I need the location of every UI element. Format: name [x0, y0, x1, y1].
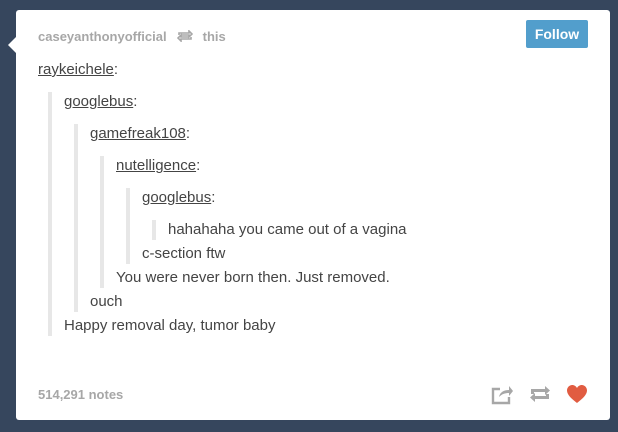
reply-text: You were never born then. Just removed. — [116, 269, 390, 286]
follow-button[interactable]: Follow — [526, 20, 588, 48]
notes-count[interactable]: 514,291 notes — [38, 387, 123, 402]
post-header: caseyanthonyofficial this — [38, 26, 588, 46]
user-link-googlebus[interactable]: googlebus — [64, 93, 133, 110]
author-link[interactable]: caseyanthonyofficial — [38, 29, 167, 44]
user-link-nutelligence[interactable]: nutelligence — [116, 157, 196, 174]
post-footer: 514,291 notes — [38, 382, 588, 406]
reply-text: Happy removal day, tumor baby — [64, 317, 276, 334]
reblog-source-link[interactable]: this — [203, 29, 226, 44]
reply-text: c-section ftw — [142, 245, 226, 262]
user-link-gamefreak108[interactable]: gamefreak108 — [90, 125, 186, 142]
reblog-attribution: nutelligence: — [116, 157, 201, 174]
reblog-attribution: raykeichele: — [38, 61, 119, 78]
heart-icon[interactable] — [566, 384, 588, 404]
blockquote-level-3: nutelligence: googlebus: hahahaha you ca… — [100, 156, 588, 288]
reblog-attribution: googlebus: — [64, 93, 138, 110]
blockquote-level-5: hahahaha you came out of a vagina — [152, 220, 588, 240]
reblog-icon — [176, 30, 193, 42]
user-link-raykeichele[interactable]: raykeichele — [38, 61, 114, 78]
avatar-notch — [8, 37, 16, 53]
post-card: caseyanthonyofficial this Follow raykeic… — [8, 10, 610, 420]
reblog-attribution: googlebus: — [142, 189, 216, 206]
reblog-icon[interactable] — [528, 383, 552, 405]
blockquote-level-1: googlebus: gamefreak108: nutelligence: g… — [48, 92, 588, 336]
post-actions — [490, 383, 588, 405]
reblog-attribution: gamefreak108: — [90, 125, 191, 142]
reply-text: ouch — [90, 293, 123, 310]
blockquote-level-2: gamefreak108: nutelligence: googlebus: h… — [74, 124, 588, 312]
post-body: raykeichele: googlebus: gamefreak108: nu… — [38, 60, 588, 340]
blockquote-level-4: googlebus: hahahaha you came out of a va… — [126, 188, 588, 264]
user-link-googlebus-2[interactable]: googlebus — [142, 189, 211, 206]
original-post-text: hahahaha you came out of a vagina — [168, 221, 407, 238]
share-icon[interactable] — [490, 383, 514, 405]
